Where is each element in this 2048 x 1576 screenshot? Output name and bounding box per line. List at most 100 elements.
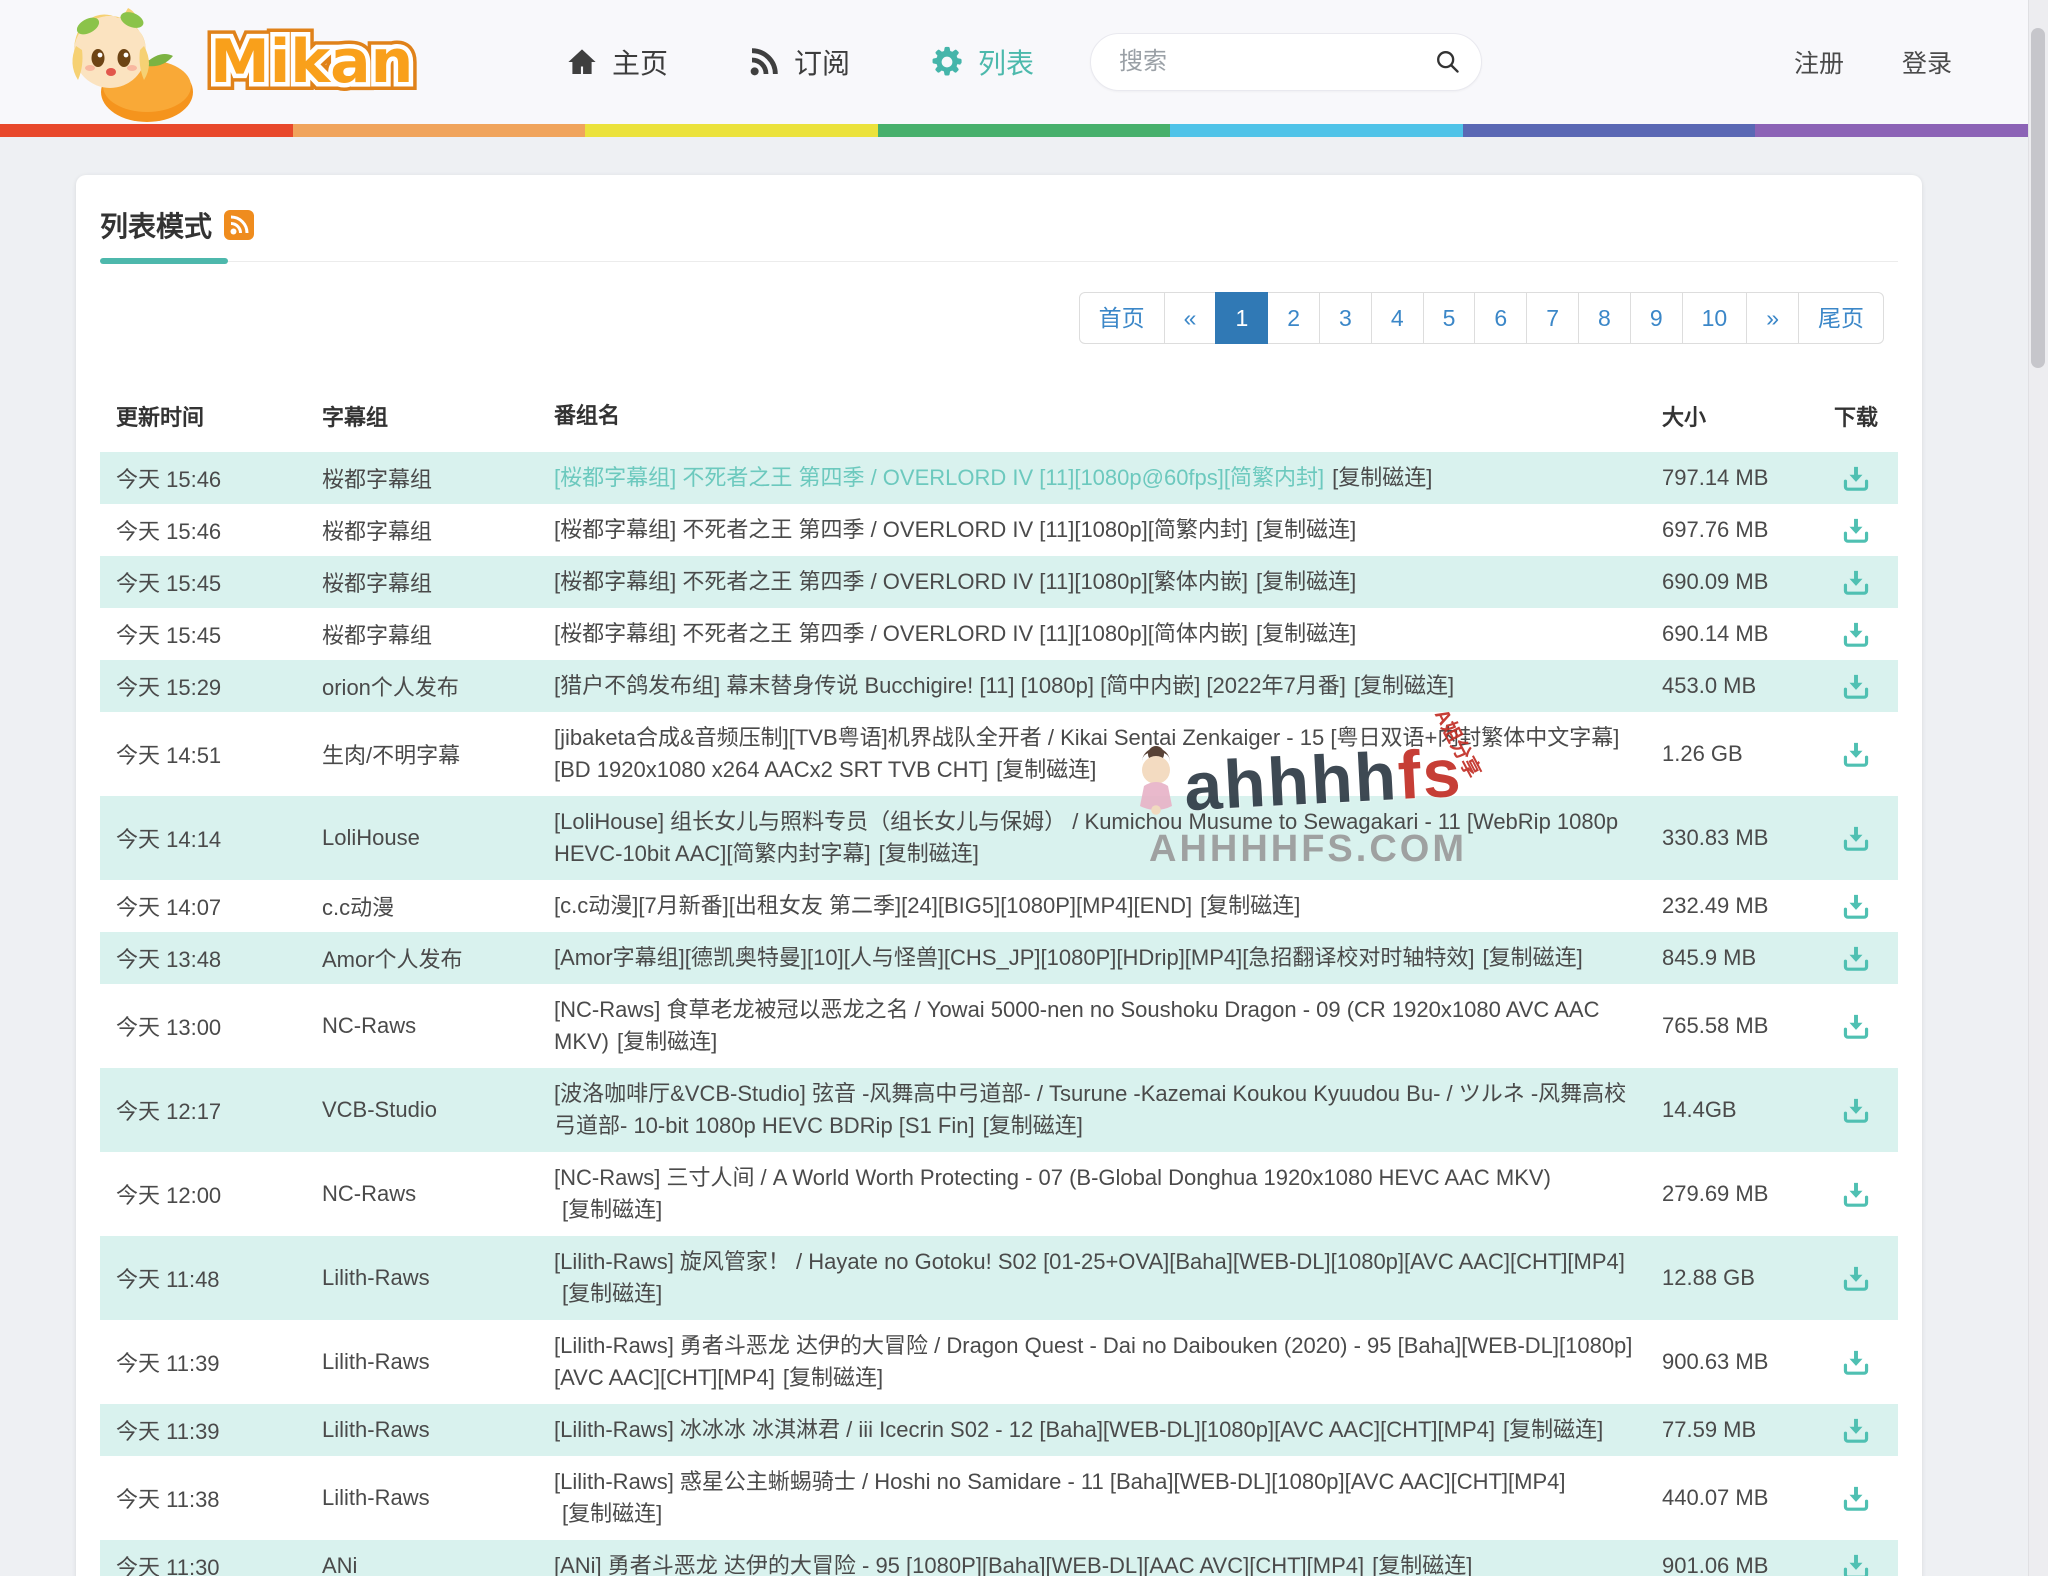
page-7[interactable]: 7 — [1526, 292, 1580, 344]
subgroup-link[interactable]: 桜都字幕组 — [322, 467, 432, 492]
page-8[interactable]: 8 — [1578, 292, 1631, 344]
copy-magnet-link[interactable]: [复制磁连] — [783, 1365, 883, 1390]
subgroup-link[interactable]: Lilith-Raws — [322, 1265, 430, 1290]
download-button[interactable] — [1841, 1181, 1871, 1208]
page-9[interactable]: 9 — [1629, 292, 1683, 344]
login-link[interactable]: 登录 — [1902, 44, 1952, 80]
subgroup-link[interactable]: Lilith-Raws — [322, 1417, 430, 1442]
nav-home[interactable]: 主页 — [566, 42, 668, 82]
copy-magnet-link[interactable]: [复制磁连] — [1256, 569, 1356, 594]
subgroup-link[interactable]: Lilith-Raws — [322, 1485, 430, 1510]
subgroup-link[interactable]: c.c动漫 — [322, 895, 394, 920]
download-button[interactable] — [1841, 673, 1871, 700]
copy-magnet-link[interactable]: [复制磁连] — [983, 1113, 1083, 1138]
subgroup-link[interactable]: VCB-Studio — [322, 1097, 437, 1122]
title-link[interactable]: [猎户不鸽发布组] 幕末替身传说 Bucchigire! [11] [1080p… — [554, 673, 1346, 698]
register-link[interactable]: 注册 — [1794, 44, 1844, 80]
row-subgroup: LoliHouse — [322, 825, 554, 851]
download-button[interactable] — [1841, 893, 1871, 920]
subgroup-link[interactable]: 生肉/不明字幕 — [322, 743, 460, 768]
search-icon[interactable] — [1434, 48, 1462, 76]
title-link[interactable]: [桜都字幕组] 不死者之王 第四季 / OVERLORD IV [11][108… — [554, 621, 1248, 646]
copy-magnet-link[interactable]: [复制磁连] — [1256, 621, 1356, 646]
copy-magnet-link[interactable]: [复制磁连] — [617, 1029, 717, 1054]
download-button[interactable] — [1841, 465, 1871, 492]
download-button[interactable] — [1841, 1417, 1871, 1444]
title-link[interactable]: [Lilith-Raws] 惑星公主蜥蜴骑士 / Hoshi no Samida… — [554, 1469, 1566, 1494]
download-button[interactable] — [1841, 741, 1871, 768]
title-link[interactable]: [桜都字幕组] 不死者之王 第四季 / OVERLORD IV [11][108… — [554, 465, 1324, 490]
row-download-cell — [1814, 672, 1898, 700]
table-row: 今天 14:51 生肉/不明字幕 [jibaketa合成&音频压制][TVB粤语… — [100, 712, 1898, 796]
page-6[interactable]: 6 — [1474, 292, 1528, 344]
brand-logo[interactable]: Mikan Mikan — [52, 0, 436, 124]
copy-magnet-link[interactable]: [复制磁连] — [562, 1281, 662, 1306]
page-next[interactable]: » — [1746, 292, 1799, 344]
title-link[interactable]: [Lilith-Raws] 冰冰冰 冰淇淋君 / iii Icecrin S02… — [554, 1417, 1495, 1442]
copy-magnet-link[interactable]: [复制磁连] — [996, 757, 1096, 782]
page-5[interactable]: 5 — [1422, 292, 1476, 344]
download-button[interactable] — [1841, 1013, 1871, 1040]
subgroup-link[interactable]: ANi — [322, 1553, 357, 1576]
page-1[interactable]: 1 — [1215, 292, 1269, 344]
nav-subscribe[interactable]: 订阅 — [748, 42, 850, 82]
copy-magnet-link[interactable]: [复制磁连] — [1256, 517, 1356, 542]
title-link[interactable]: [Lilith-Raws] 勇者斗恶龙 达伊的大冒险 / Dragon Ques… — [554, 1333, 1632, 1390]
row-title-cell: [Lilith-Raws] 勇者斗恶龙 达伊的大冒险 / Dragon Ques… — [554, 1330, 1662, 1394]
copy-magnet-link[interactable]: [复制磁连] — [562, 1501, 662, 1526]
row-size: 440.07 MB — [1662, 1485, 1769, 1510]
copy-magnet-link[interactable]: [复制磁连] — [1332, 465, 1432, 490]
title-link[interactable]: [波洛咖啡厅&VCB-Studio] 弦音 -风舞高中弓道部- / Tsurun… — [554, 1081, 1626, 1138]
title-link[interactable]: [桜都字幕组] 不死者之王 第四季 / OVERLORD IV [11][108… — [554, 569, 1248, 594]
subgroup-link[interactable]: Lilith-Raws — [322, 1349, 430, 1374]
rss-feed-icon[interactable] — [224, 210, 255, 240]
copy-magnet-link[interactable]: [复制磁连] — [1354, 673, 1454, 698]
page-last[interactable]: 尾页 — [1798, 292, 1884, 344]
subgroup-link[interactable]: Amor个人发布 — [322, 947, 463, 972]
download-button[interactable] — [1841, 1553, 1871, 1576]
download-button[interactable] — [1841, 1349, 1871, 1376]
copy-magnet-link[interactable]: [复制磁连] — [562, 1197, 662, 1222]
title-link[interactable]: [NC-Raws] 三寸人间 / A World Worth Protectin… — [554, 1165, 1551, 1190]
row-download-cell — [1814, 1096, 1898, 1124]
search-input[interactable] — [1090, 33, 1483, 91]
download-button[interactable] — [1841, 1485, 1871, 1512]
subgroup-link[interactable]: 桜都字幕组 — [322, 519, 432, 544]
nav-list[interactable]: 列表 — [930, 42, 1034, 82]
title-link[interactable]: [Lilith-Raws] 旋风管家！ / Hayate no Gotoku! … — [554, 1249, 1625, 1274]
copy-magnet-link[interactable]: [复制磁连] — [1200, 893, 1300, 918]
row-download-cell — [1814, 516, 1898, 544]
subgroup-link[interactable]: orion个人发布 — [322, 675, 459, 700]
download-button[interactable] — [1841, 1265, 1871, 1292]
subgroup-link[interactable]: NC-Raws — [322, 1013, 416, 1038]
download-button[interactable] — [1841, 517, 1871, 544]
title-link[interactable]: [桜都字幕组] 不死者之王 第四季 / OVERLORD IV [11][108… — [554, 517, 1248, 542]
download-button[interactable] — [1841, 825, 1871, 852]
copy-magnet-link[interactable]: [复制磁连] — [1372, 1553, 1472, 1576]
page-2[interactable]: 2 — [1267, 292, 1321, 344]
stripe-segment — [1462, 124, 1756, 137]
page-10[interactable]: 10 — [1681, 292, 1748, 344]
download-button[interactable] — [1841, 621, 1871, 648]
title-link[interactable]: [c.c动漫][7月新番][出租女友 第二季][24][BIG5][1080P]… — [554, 893, 1192, 918]
copy-magnet-link[interactable]: [复制磁连] — [879, 841, 979, 866]
title-link[interactable]: [ANi] 勇者斗恶龙 达伊的大冒险 - 95 [1080P][Baha][WE… — [554, 1553, 1364, 1576]
page-first[interactable]: 首页 — [1078, 292, 1165, 344]
subgroup-link[interactable]: 桜都字幕组 — [322, 623, 432, 648]
copy-magnet-link[interactable]: [复制磁连] — [1483, 945, 1583, 970]
page-3[interactable]: 3 — [1319, 292, 1372, 344]
download-button[interactable] — [1841, 569, 1871, 596]
subgroup-link[interactable]: LoliHouse — [322, 825, 420, 850]
scrollbar-thumb[interactable] — [2031, 28, 2045, 368]
title-link[interactable]: [Amor字幕组][德凯奥特曼][10][人与怪兽][CHS_JP][1080P… — [554, 945, 1475, 970]
scrollbar-track[interactable] — [2028, 0, 2048, 1576]
subgroup-link[interactable]: 桜都字幕组 — [322, 571, 432, 596]
download-button[interactable] — [1841, 1097, 1871, 1124]
page-4[interactable]: 4 — [1370, 292, 1424, 344]
page-prev[interactable]: « — [1163, 292, 1217, 344]
table-row: 今天 15:46 桜都字幕组 [桜都字幕组] 不死者之王 第四季 / OVERL… — [100, 452, 1898, 504]
copy-magnet-link[interactable]: [复制磁连] — [1503, 1417, 1603, 1442]
subgroup-link[interactable]: NC-Raws — [322, 1181, 416, 1206]
download-button[interactable] — [1841, 945, 1871, 972]
title-link[interactable]: [LoliHouse] 组长女儿与照料专员（组长女儿与保姆） / Kumicho… — [554, 809, 1618, 866]
